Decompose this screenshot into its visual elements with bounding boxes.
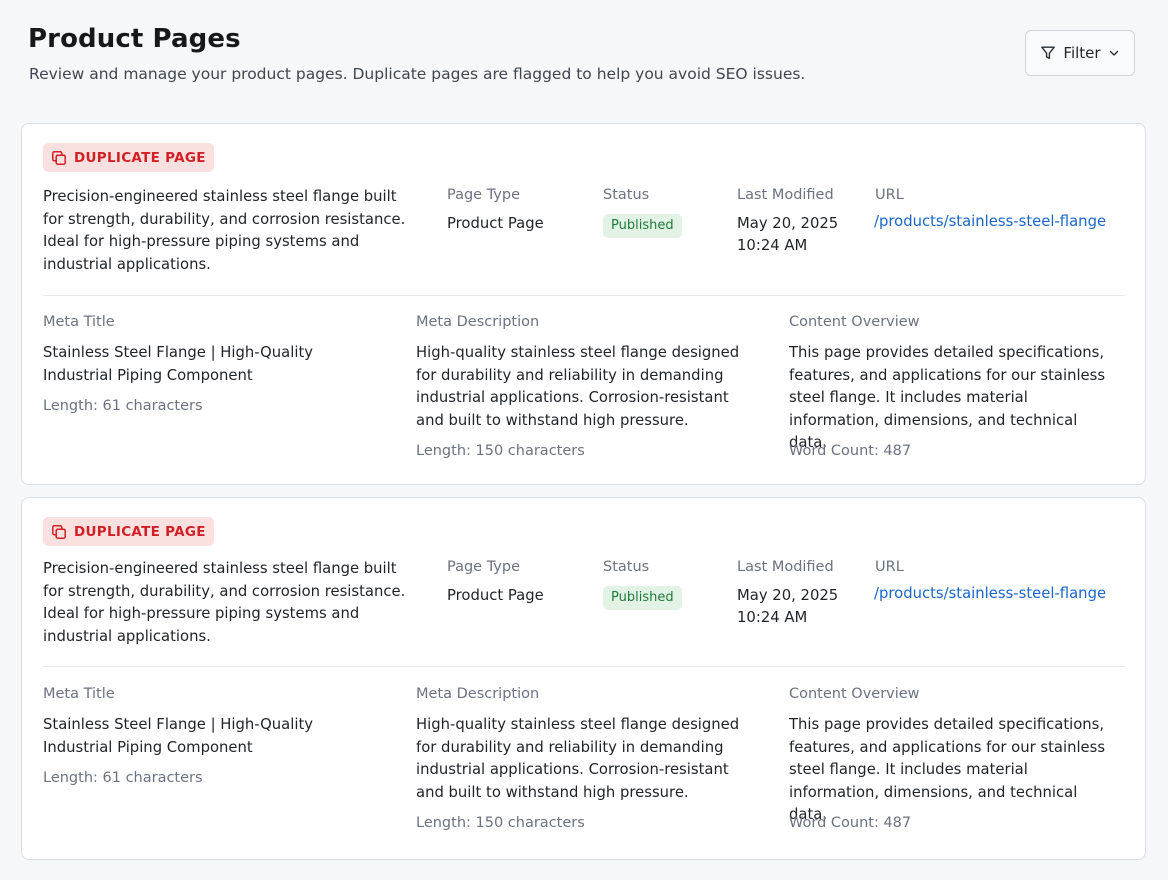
- status-badge: Published: [603, 586, 682, 610]
- meta-description-label: Meta Description: [416, 686, 540, 702]
- last-modified-time: 10:24 AM: [737, 237, 808, 254]
- content-overview-label: Content Overview: [789, 314, 920, 330]
- page-subtitle: Review and manage your product pages. Du…: [29, 65, 806, 83]
- url-label: URL: [875, 559, 904, 575]
- word-count: Word Count: 487: [789, 815, 912, 831]
- filter-button[interactable]: Filter: [1025, 30, 1135, 76]
- duplicate-badge-label: DUPLICATE PAGE: [74, 149, 206, 166]
- last-modified-time: 10:24 AM: [737, 609, 808, 626]
- last-modified-date: May 20, 2025: [737, 215, 839, 232]
- section-divider: [43, 295, 1125, 296]
- meta-title-label: Meta Title: [43, 314, 115, 330]
- last-modified-date: May 20, 2025: [737, 587, 839, 604]
- status-badge: Published: [603, 214, 682, 238]
- duplicate-page-badge: DUPLICATE PAGE: [43, 517, 214, 546]
- meta-title-length: Length: 61 characters: [43, 770, 203, 786]
- product-pages-screen: Product Pages Review and manage your pro…: [0, 0, 1168, 880]
- page-type-label: Page Type: [447, 559, 521, 575]
- meta-description-value: High-quality stainless steel flange desi…: [416, 344, 740, 429]
- url-label: URL: [875, 187, 904, 203]
- content-overview-value: This page provides detailed specificatio…: [789, 344, 1106, 452]
- last-modified-label: Last Modified: [737, 559, 834, 575]
- filter-funnel-icon: [1040, 45, 1056, 61]
- filter-button-label: Filter: [1063, 44, 1101, 62]
- meta-title-value: Stainless Steel Flange | High-Quality In…: [43, 344, 314, 384]
- page-url-link[interactable]: /products/stainless-steel-flange: [874, 585, 1106, 602]
- chevron-down-icon: [1108, 47, 1120, 59]
- meta-title-value: Stainless Steel Flange | High-Quality In…: [43, 716, 314, 756]
- section-divider: [43, 666, 1125, 667]
- duplicate-page-badge: DUPLICATE PAGE: [43, 143, 214, 172]
- page-description: Precision-engineered stainless steel fla…: [43, 188, 406, 273]
- meta-title-length: Length: 61 characters: [43, 398, 203, 414]
- status-label: Status: [603, 559, 650, 575]
- content-overview-value: This page provides detailed specificatio…: [789, 716, 1106, 824]
- page-type-label: Page Type: [447, 187, 521, 203]
- meta-description-label: Meta Description: [416, 314, 540, 330]
- meta-description-value: High-quality stainless steel flange desi…: [416, 716, 740, 801]
- page-title: Product Pages: [28, 24, 241, 54]
- last-modified-label: Last Modified: [737, 187, 834, 203]
- copy-icon: [51, 524, 67, 540]
- word-count: Word Count: 487: [789, 443, 912, 459]
- copy-icon: [51, 150, 67, 166]
- page-description: Precision-engineered stainless steel fla…: [43, 560, 406, 645]
- product-page-card: DUPLICATE PAGE Precision-engineered stai…: [21, 497, 1146, 860]
- page-url-link[interactable]: /products/stainless-steel-flange: [874, 213, 1106, 230]
- meta-description-length: Length: 150 characters: [416, 815, 585, 831]
- duplicate-badge-label: DUPLICATE PAGE: [74, 523, 206, 540]
- meta-title-label: Meta Title: [43, 686, 115, 702]
- product-page-card: DUPLICATE PAGE Precision-engineered stai…: [21, 123, 1146, 485]
- meta-description-length: Length: 150 characters: [416, 443, 585, 459]
- page-type-value: Product Page: [447, 215, 544, 232]
- page-type-value: Product Page: [447, 587, 544, 604]
- content-overview-label: Content Overview: [789, 686, 920, 702]
- status-label: Status: [603, 187, 650, 203]
